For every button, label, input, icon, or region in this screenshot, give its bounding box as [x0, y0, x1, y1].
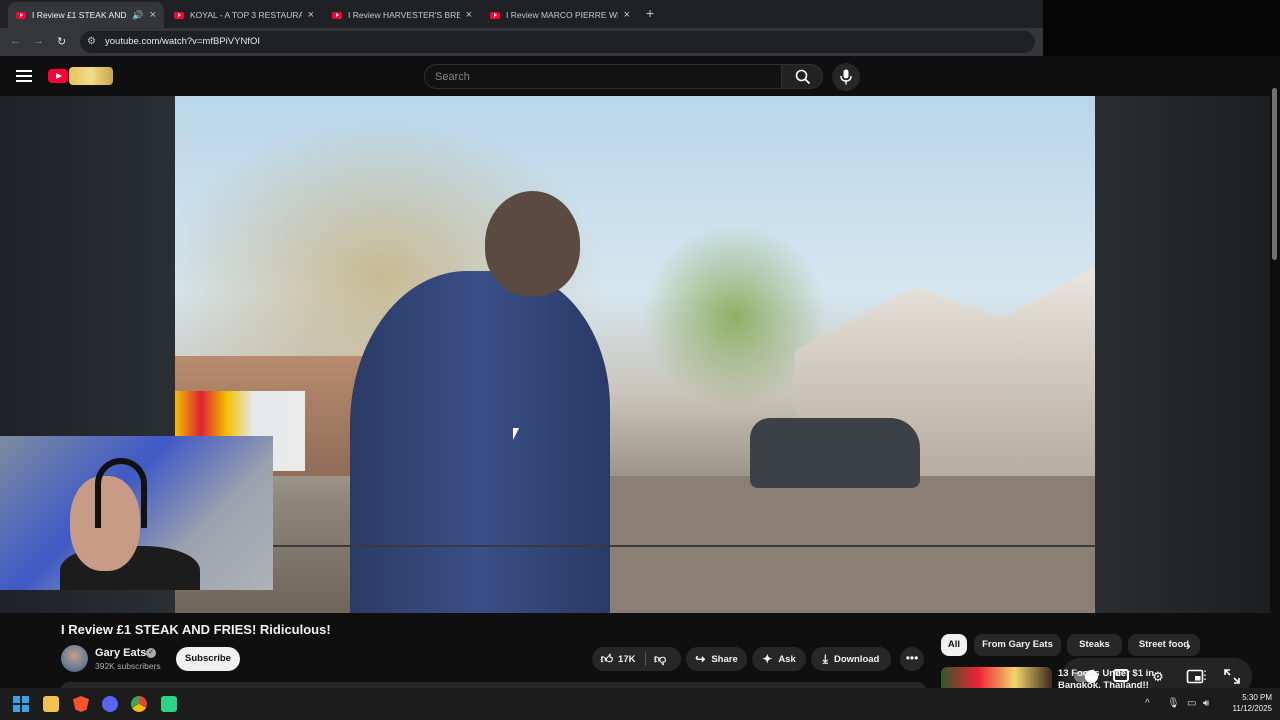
share-label: Share: [711, 653, 738, 665]
windows-start-icon[interactable]: [13, 696, 29, 712]
fullscreen-icon[interactable]: [1223, 668, 1241, 685]
tab-marco-pierre-white[interactable]: I Review MARCO PIERRE WHITE ×: [482, 2, 638, 28]
share-button[interactable]: ↪ Share: [686, 647, 747, 671]
channel-name[interactable]: Gary Eats: [95, 647, 146, 659]
share-icon: ↪: [695, 652, 706, 666]
tab-label: I Review HARVESTER'S BREAKFAST: [348, 10, 460, 20]
close-tab-icon[interactable]: ×: [150, 9, 156, 21]
address-bar[interactable]: ⚙ youtube.com/watch?v=mfBPiVYNfOI: [80, 31, 1035, 53]
divider: [645, 652, 646, 666]
youtube-favicon-icon: [174, 11, 184, 19]
youtube-favicon-icon: [490, 11, 500, 19]
video-frame[interactable]: [175, 96, 1095, 613]
back-icon[interactable]: ←: [10, 35, 21, 47]
mouse-cursor-icon: [513, 428, 519, 440]
scene-person: [350, 191, 610, 613]
close-tab-icon[interactable]: ×: [466, 9, 472, 21]
like-dislike-group: 👍︎ 17K 👎︎: [592, 647, 681, 671]
tab-koyal[interactable]: KOYAL - A TOP 3 RESTAURANT ×: [166, 2, 322, 28]
search-input[interactable]: Search: [424, 64, 782, 89]
thumbs-up-icon: 👍︎: [600, 651, 614, 666]
close-tab-icon[interactable]: ×: [624, 9, 630, 21]
chip-all[interactable]: All: [941, 634, 967, 656]
mic-tray-icon[interactable]: 🎙︎: [1167, 698, 1180, 709]
search-button[interactable]: [781, 64, 823, 89]
scene-car: [750, 418, 920, 488]
volume-icon[interactable]: 🔊︎: [1203, 698, 1209, 709]
brave-browser-icon[interactable]: [73, 696, 89, 712]
browser-toolbar: ← → ↻ ⚙ youtube.com/watch?v=mfBPiVYNfOI: [0, 28, 1043, 56]
like-count: 17K: [618, 653, 636, 665]
subscriber-count: 392K subscribers: [95, 661, 161, 671]
page-scrollbar[interactable]: [1270, 82, 1280, 688]
forward-icon[interactable]: →: [33, 35, 44, 47]
recommendation-title[interactable]: 13 Foods Under $1 in Bangkok, Thailand!!: [1058, 668, 1194, 688]
new-tab-icon[interactable]: +: [646, 5, 654, 21]
tab-label: KOYAL - A TOP 3 RESTAURANT: [190, 10, 302, 20]
screen: I Review £1 STEAK AND FRIES 🔊 × KOYAL - …: [0, 0, 1280, 720]
youtube-favicon-icon: [332, 11, 342, 19]
webcam-overlay: [0, 436, 273, 590]
more-vertical-icon[interactable]: ⋮: [1199, 668, 1211, 682]
tab-steak-and-fries[interactable]: I Review £1 STEAK AND FRIES 🔊 ×: [8, 2, 164, 28]
clock-time: 5:30 PM: [1242, 693, 1272, 702]
youtube-play-icon: [48, 69, 68, 83]
download-icon: ⤓: [822, 651, 828, 666]
scene-line: [175, 545, 1095, 547]
more-horizontal-icon: •••: [905, 651, 919, 665]
video-title: I Review £1 STEAK AND FRIES! Ridiculous!: [61, 622, 331, 637]
mic-icon: [840, 69, 852, 85]
windows-taskbar: ^ 🎙︎ ▭ 🔊︎ 5:30 PM 11/12/2025: [0, 688, 1280, 720]
ask-button[interactable]: ✦ Ask: [752, 647, 806, 671]
clock-date: 11/12/2025: [1232, 704, 1272, 713]
clock[interactable]: 5:30 PM 11/12/2025: [1222, 692, 1272, 714]
channel-avatar[interactable]: [61, 645, 88, 672]
tab-harvester[interactable]: I Review HARVESTER'S BREAKFAST ×: [324, 2, 480, 28]
youtube-logo[interactable]: [48, 67, 113, 85]
reload-icon[interactable]: ↻: [57, 35, 66, 48]
close-tab-icon[interactable]: ×: [308, 9, 314, 21]
youtube-header: Search: [0, 56, 1280, 96]
speaker-icon[interactable]: 🔊: [132, 10, 143, 21]
recommendation-thumbnail[interactable]: [941, 667, 1052, 688]
tab-label: I Review MARCO PIERRE WHITE: [506, 10, 618, 20]
chevron-up-icon[interactable]: ^: [1145, 698, 1150, 709]
chip-steaks[interactable]: Steaks: [1067, 634, 1122, 656]
voice-search-button[interactable]: [832, 63, 860, 91]
chrome-icon[interactable]: [131, 696, 147, 712]
discord-icon[interactable]: [102, 696, 118, 712]
search-placeholder: Search: [435, 71, 470, 83]
doodle-logo: [69, 67, 113, 85]
scrollbar-thumb[interactable]: [1272, 88, 1277, 260]
like-button[interactable]: 👍︎ 17K: [592, 647, 644, 671]
network-icon[interactable]: ▭: [1187, 698, 1196, 709]
thumbs-down-icon[interactable]: 👎︎: [654, 652, 666, 667]
ask-label: Ask: [778, 653, 796, 665]
sparkle-icon: ✦: [762, 652, 773, 666]
subscribe-button[interactable]: Subscribe: [176, 647, 240, 671]
youtube-favicon-icon: [16, 11, 26, 19]
file-explorer-icon[interactable]: [43, 696, 59, 712]
search-icon: [795, 69, 811, 85]
app-icon[interactable]: [161, 696, 177, 712]
chip-from-gary-eats[interactable]: From Gary Eats: [974, 634, 1061, 656]
site-info-icon[interactable]: ⚙: [87, 36, 96, 47]
menu-icon[interactable]: [16, 70, 32, 82]
download-button[interactable]: ⤓ Download: [811, 647, 891, 671]
verified-icon: ✓: [146, 648, 156, 658]
more-actions-button[interactable]: •••: [900, 647, 924, 671]
chevron-right-icon[interactable]: ›: [1186, 637, 1191, 653]
url-text: youtube.com/watch?v=mfBPiVYNfOI: [105, 36, 260, 47]
download-label: Download: [833, 653, 880, 665]
ambient-right: [1095, 96, 1270, 613]
tab-label: I Review £1 STEAK AND FRIES: [32, 10, 128, 20]
